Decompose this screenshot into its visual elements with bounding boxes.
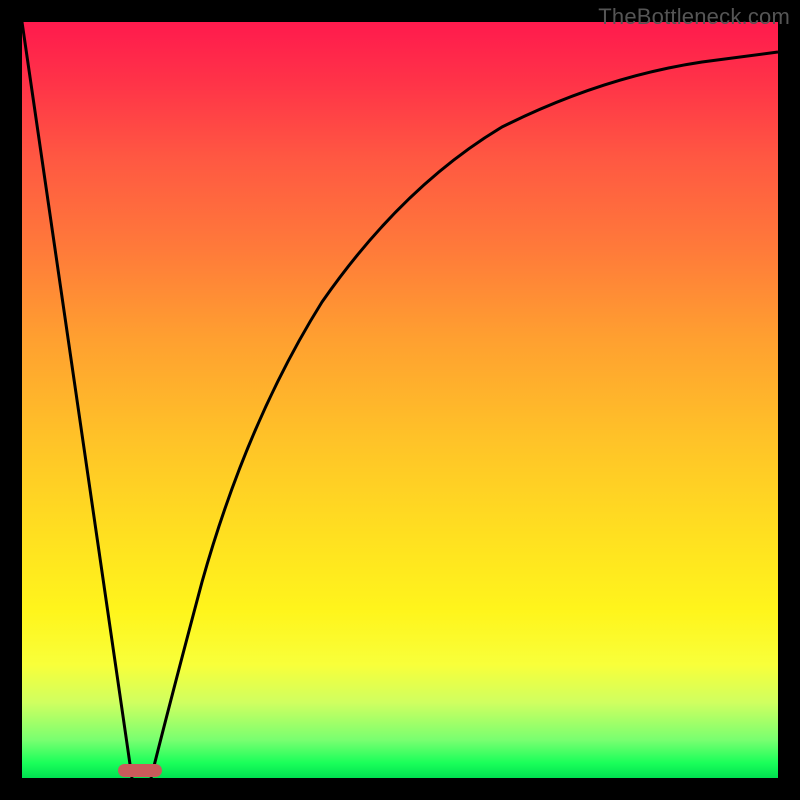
left-line-path bbox=[22, 22, 132, 778]
bottleneck-marker bbox=[118, 764, 162, 777]
right-curve-path bbox=[151, 52, 778, 778]
chart-lines bbox=[22, 22, 778, 778]
watermark-text: TheBottleneck.com bbox=[598, 4, 790, 30]
